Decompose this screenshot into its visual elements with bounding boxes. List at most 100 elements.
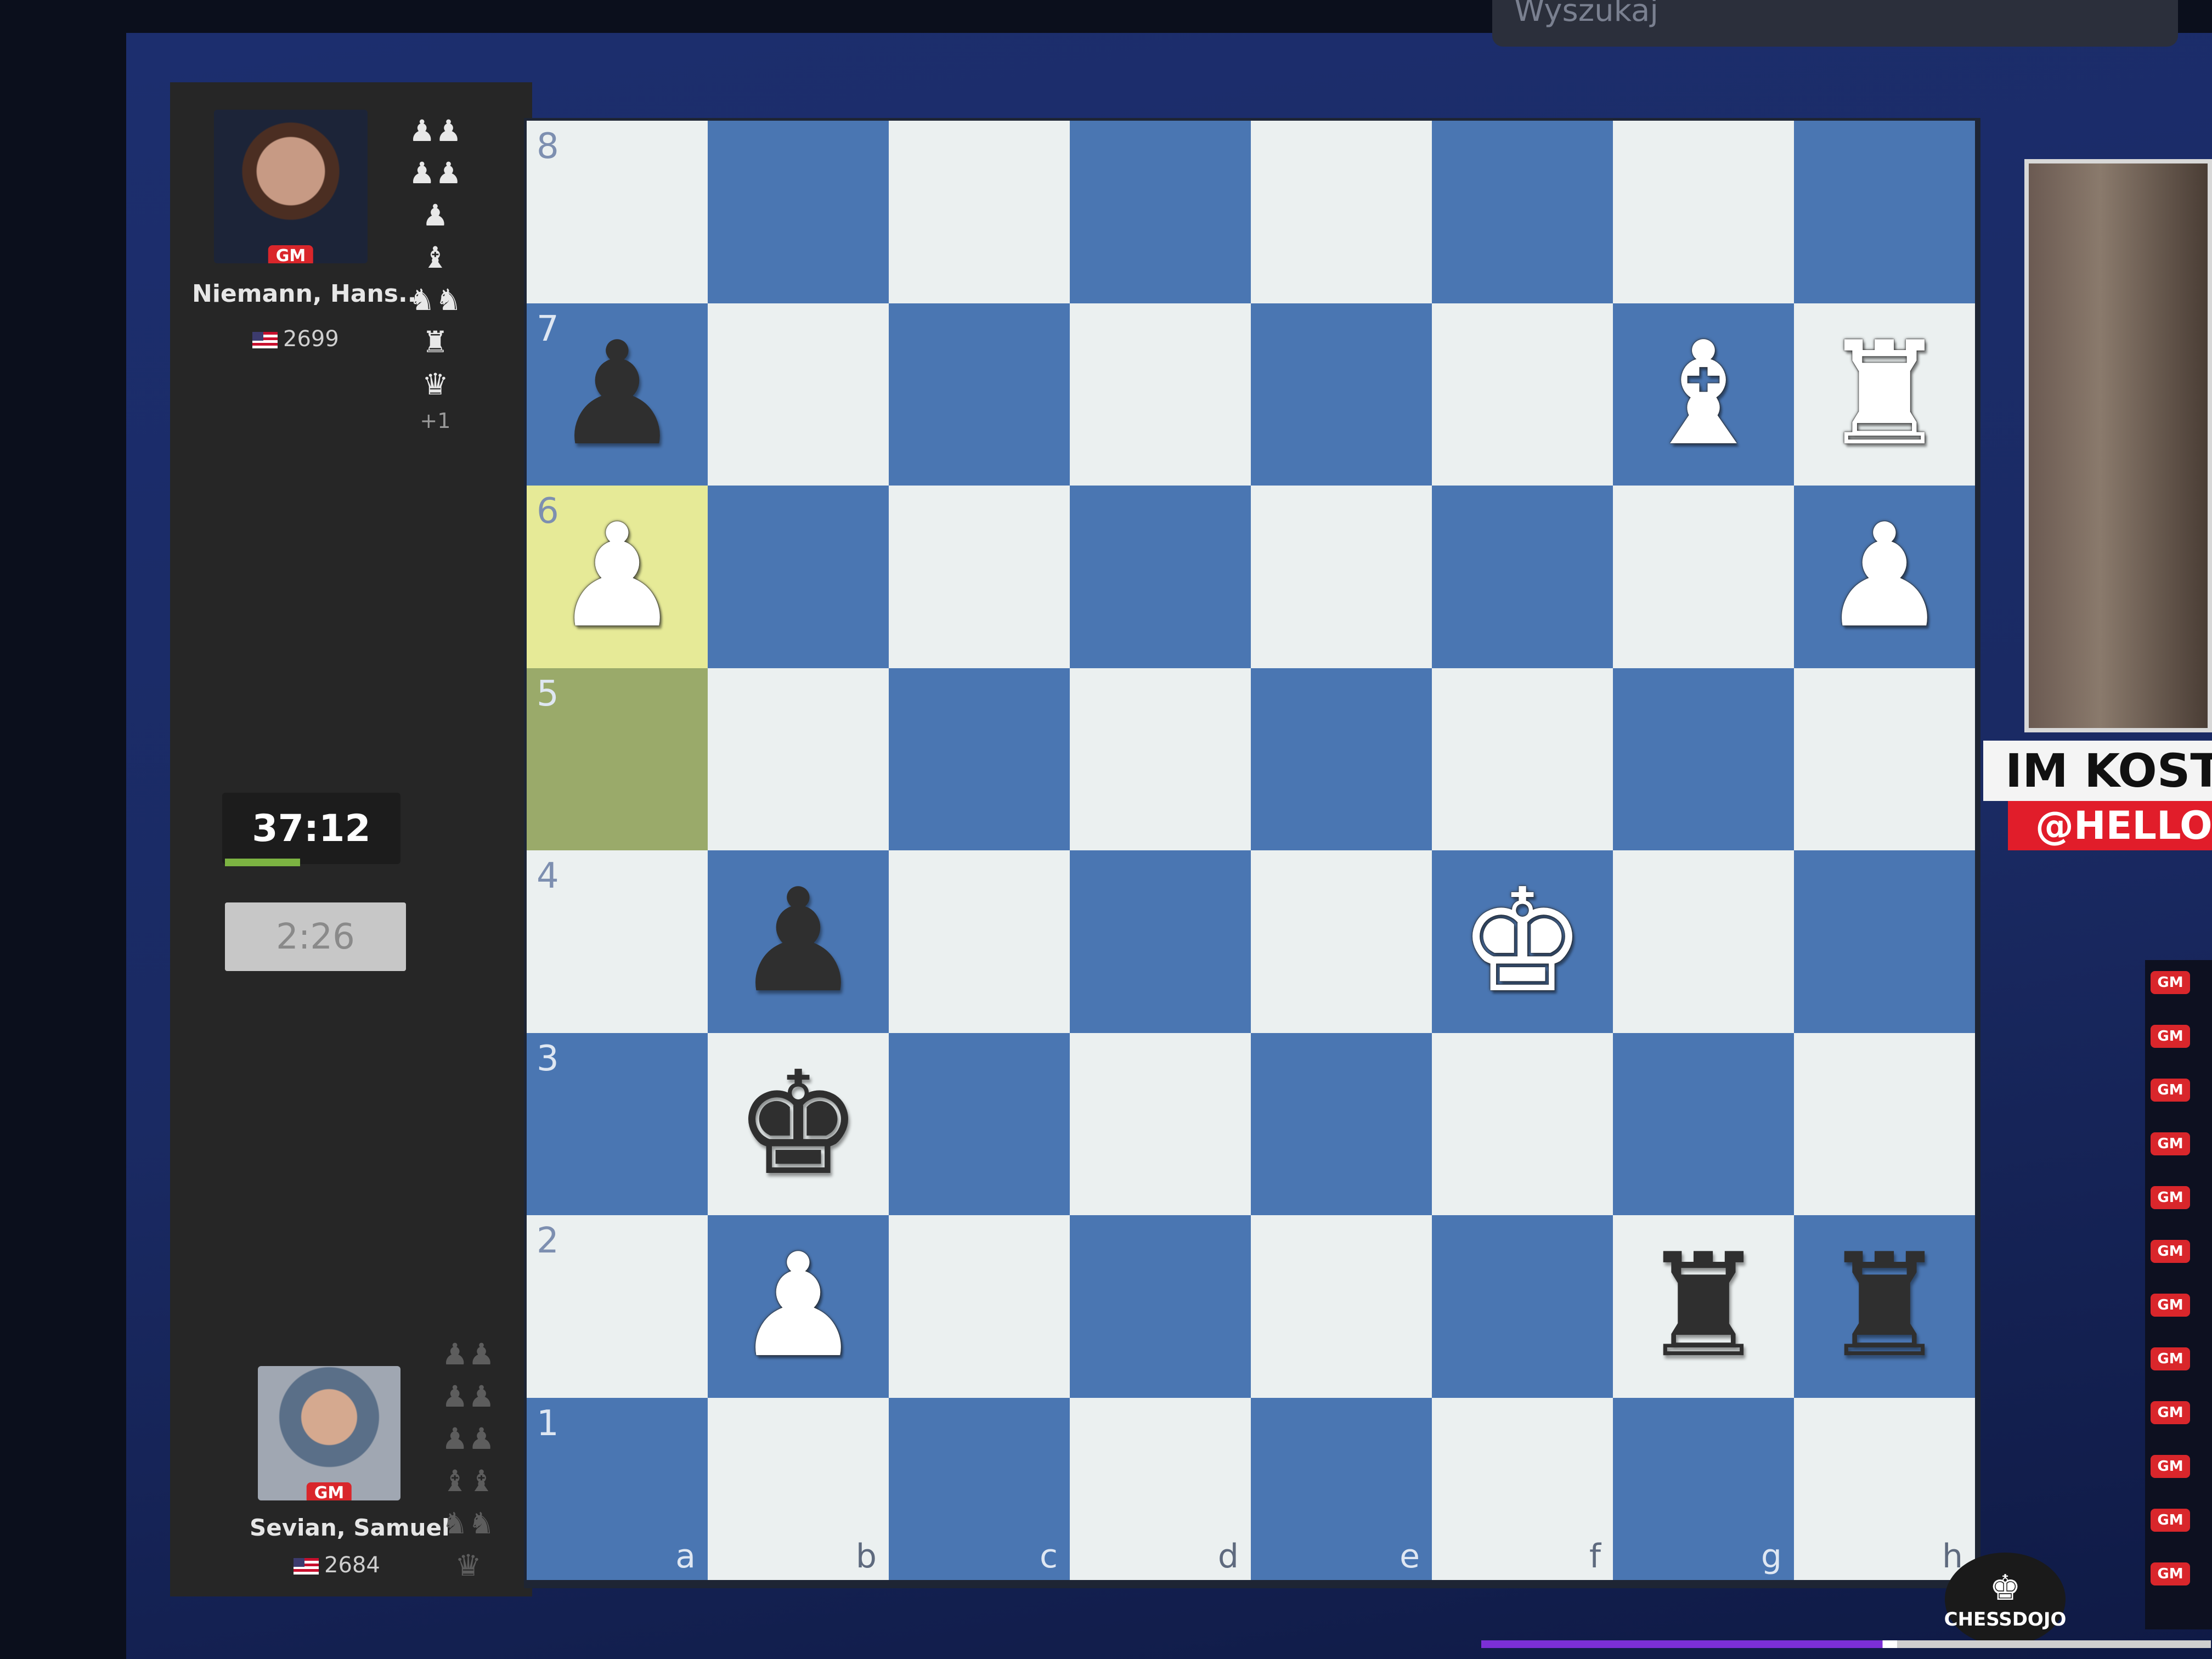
square-d3[interactable] — [1070, 1032, 1251, 1215]
square-e4[interactable] — [1251, 850, 1432, 1033]
square-b1[interactable]: b — [708, 1397, 889, 1580]
player-name[interactable]: Sevian, Samuel — [250, 1514, 449, 1541]
square-d6[interactable] — [1070, 486, 1251, 668]
square-c2[interactable] — [889, 1215, 1070, 1398]
square-a8[interactable]: 8 — [527, 121, 708, 303]
square-c3[interactable] — [889, 1032, 1070, 1215]
file-label: f — [1589, 1537, 1601, 1576]
square-h5[interactable] — [1794, 668, 1975, 850]
black-pawn-icon[interactable]: ♟ — [553, 323, 681, 466]
square-f7[interactable] — [1432, 303, 1613, 486]
black-rook-icon[interactable]: ♜ — [1639, 1235, 1767, 1378]
white-pawn-icon[interactable]: ♟ — [553, 505, 681, 648]
video-progress-bar[interactable] — [1481, 1640, 2211, 1648]
square-e3[interactable] — [1251, 1032, 1432, 1215]
square-a4[interactable]: 4 — [527, 850, 708, 1033]
square-b8[interactable] — [708, 121, 889, 303]
white-rook-icon[interactable]: ♜ — [1820, 323, 1948, 466]
square-a7[interactable]: 7 ♟ — [527, 303, 708, 486]
black-king-icon[interactable]: ♚ — [734, 1053, 862, 1195]
chat-title-badge: GM — [2151, 971, 2190, 994]
square-h3[interactable] — [1794, 1032, 1975, 1215]
black-pawn-icon[interactable]: ♟ — [734, 870, 862, 1013]
square-h4[interactable] — [1794, 850, 1975, 1033]
avatar: GM — [214, 110, 368, 263]
black-rook-icon[interactable]: ♜ — [1820, 1235, 1948, 1378]
square-g6[interactable] — [1613, 486, 1794, 668]
square-d2[interactable] — [1070, 1215, 1251, 1398]
captured-piece-icon: ♟♟ — [442, 1337, 495, 1372]
captured-piece-icon: ♛ — [422, 367, 449, 402]
rank-label: 1 — [537, 1403, 559, 1444]
square-b4[interactable]: ♟ — [708, 850, 889, 1033]
rank-label: 7 — [537, 308, 559, 349]
square-c8[interactable] — [889, 121, 1070, 303]
file-label: a — [675, 1537, 696, 1576]
square-c5[interactable] — [889, 668, 1070, 850]
square-h8[interactable] — [1794, 121, 1975, 303]
square-f3[interactable] — [1432, 1032, 1613, 1215]
square-g3[interactable] — [1613, 1032, 1794, 1215]
square-e1[interactable]: e — [1251, 1397, 1432, 1580]
square-b3[interactable]: ♚ — [708, 1032, 889, 1215]
square-e7[interactable] — [1251, 303, 1432, 486]
square-b2[interactable]: ♟ — [708, 1215, 889, 1398]
square-f2[interactable] — [1432, 1215, 1613, 1398]
square-e5[interactable] — [1251, 668, 1432, 850]
square-d8[interactable] — [1070, 121, 1251, 303]
captured-piece-icon: ♛ — [455, 1548, 482, 1583]
square-e8[interactable] — [1251, 121, 1432, 303]
square-g7[interactable]: ♝ — [1613, 303, 1794, 486]
chat-title-badge: GM — [2151, 1347, 2190, 1370]
chess-board[interactable]: 8 7 ♟ ♝ ♜ 6 ♟ ♟ 5 4 ♟ ♚ 3 ♚ 2 ♟ ♜ ♜ 1 a b c d e f g h — [527, 121, 1975, 1580]
square-h2[interactable]: ♜ — [1794, 1215, 1975, 1398]
square-a1[interactable]: 1a — [527, 1397, 708, 1580]
square-d7[interactable] — [1070, 303, 1251, 486]
square-h6[interactable]: ♟ — [1794, 486, 1975, 668]
square-c4[interactable] — [889, 850, 1070, 1033]
white-king-icon[interactable]: ♚ — [1458, 870, 1586, 1013]
square-f5[interactable] — [1432, 668, 1613, 850]
square-h7[interactable]: ♜ — [1794, 303, 1975, 486]
white-bishop-icon[interactable]: ♝ — [1639, 323, 1767, 466]
square-f6[interactable] — [1432, 486, 1613, 668]
clock-other: 2:26 — [225, 902, 406, 971]
square-f8[interactable] — [1432, 121, 1613, 303]
search-input[interactable]: Wyszukaj — [1492, 0, 2178, 47]
square-d4[interactable] — [1070, 850, 1251, 1033]
square-e2[interactable] — [1251, 1215, 1432, 1398]
square-b5[interactable] — [708, 668, 889, 850]
us-flag-icon — [294, 1558, 319, 1575]
king-icon: ♚ — [1989, 1568, 2021, 1609]
white-pawn-icon[interactable]: ♟ — [1820, 505, 1948, 648]
avatar: GM — [258, 1366, 400, 1500]
player-name[interactable]: Niemann, Hans... — [192, 280, 426, 308]
square-h1[interactable]: h — [1794, 1397, 1975, 1580]
square-f1[interactable]: f — [1432, 1397, 1613, 1580]
clock-progress-bar — [225, 859, 300, 866]
file-label: g — [1760, 1537, 1782, 1576]
square-a2[interactable]: 2 — [527, 1215, 708, 1398]
square-a3[interactable]: 3 — [527, 1032, 708, 1215]
square-a6[interactable]: 6 ♟ — [527, 486, 708, 668]
square-a5[interactable]: 5 — [527, 668, 708, 850]
square-g1[interactable]: g — [1613, 1397, 1794, 1580]
square-d5[interactable] — [1070, 668, 1251, 850]
square-g8[interactable] — [1613, 121, 1794, 303]
square-e6[interactable] — [1251, 486, 1432, 668]
square-f4[interactable]: ♚ — [1432, 850, 1613, 1033]
square-d1[interactable]: d — [1070, 1397, 1251, 1580]
square-b7[interactable] — [708, 303, 889, 486]
square-g5[interactable] — [1613, 668, 1794, 850]
player-rating: 2684 — [294, 1553, 380, 1578]
square-g2[interactable]: ♜ — [1613, 1215, 1794, 1398]
square-c6[interactable] — [889, 486, 1070, 668]
square-g4[interactable] — [1613, 850, 1794, 1033]
captured-piece-icon: ♝♝ — [442, 1464, 495, 1498]
captured-piece-icon: ♞♞ — [442, 1506, 495, 1541]
title-badge: GM — [306, 1482, 352, 1500]
square-c1[interactable]: c — [889, 1397, 1070, 1580]
square-c7[interactable] — [889, 303, 1070, 486]
square-b6[interactable] — [708, 486, 889, 668]
white-pawn-icon[interactable]: ♟ — [734, 1235, 862, 1378]
